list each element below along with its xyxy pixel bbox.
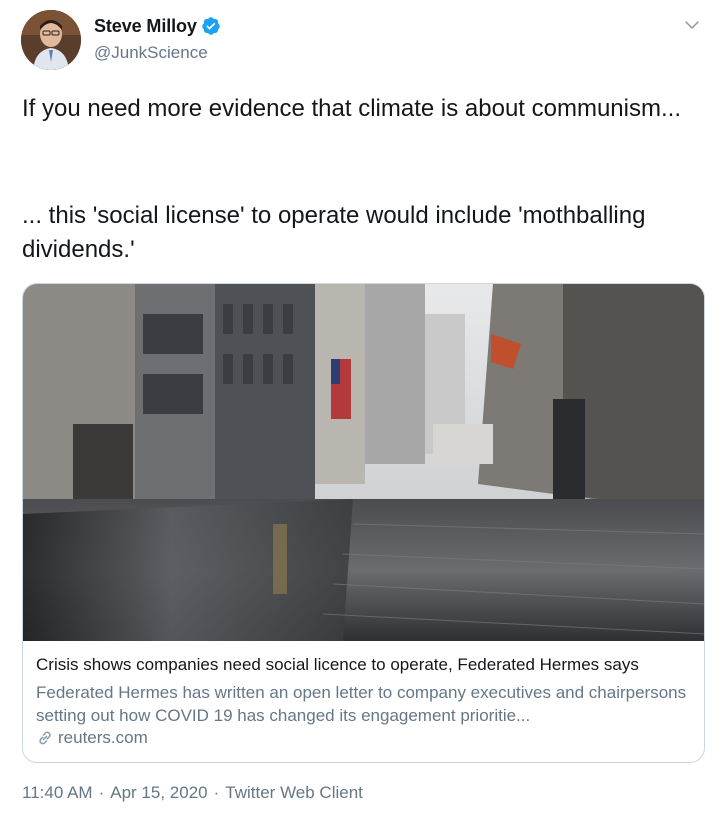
verified-badge-icon xyxy=(202,17,220,35)
tweet-text-line-1: If you need more evidence that climate i… xyxy=(22,95,681,122)
meta-separator: · xyxy=(98,783,105,802)
card-image[interactable] xyxy=(23,284,705,641)
tweet-time[interactable]: 11:40 AM xyxy=(22,783,93,802)
link-card[interactable]: Crisis shows companies need social licen… xyxy=(22,283,705,763)
tweet-source[interactable]: Twitter Web Client xyxy=(225,783,363,802)
link-icon xyxy=(39,731,51,745)
card-domain[interactable]: reuters.com xyxy=(36,728,148,748)
card-description: Federated Hermes has written an open let… xyxy=(36,683,687,725)
author-handle[interactable]: @JunkScience xyxy=(94,43,208,63)
tweet-text-line-2: ... this 'social license' to operate wou… xyxy=(22,202,646,263)
tweet: Steve Milloy @JunkScience If you need mo… xyxy=(0,0,728,823)
avatar[interactable] xyxy=(21,10,81,70)
card-domain-text: reuters.com xyxy=(58,728,148,747)
tweet-meta: 11:40 AM · Apr 15, 2020 · Twitter Web Client xyxy=(22,783,363,803)
tweet-date[interactable]: Apr 15, 2020 xyxy=(110,783,207,802)
meta-separator: · xyxy=(213,783,220,802)
author-display-name[interactable]: Steve Milloy xyxy=(94,16,197,37)
card-title[interactable]: Crisis shows companies need social licen… xyxy=(36,655,696,675)
chevron-down-icon[interactable] xyxy=(683,16,701,34)
